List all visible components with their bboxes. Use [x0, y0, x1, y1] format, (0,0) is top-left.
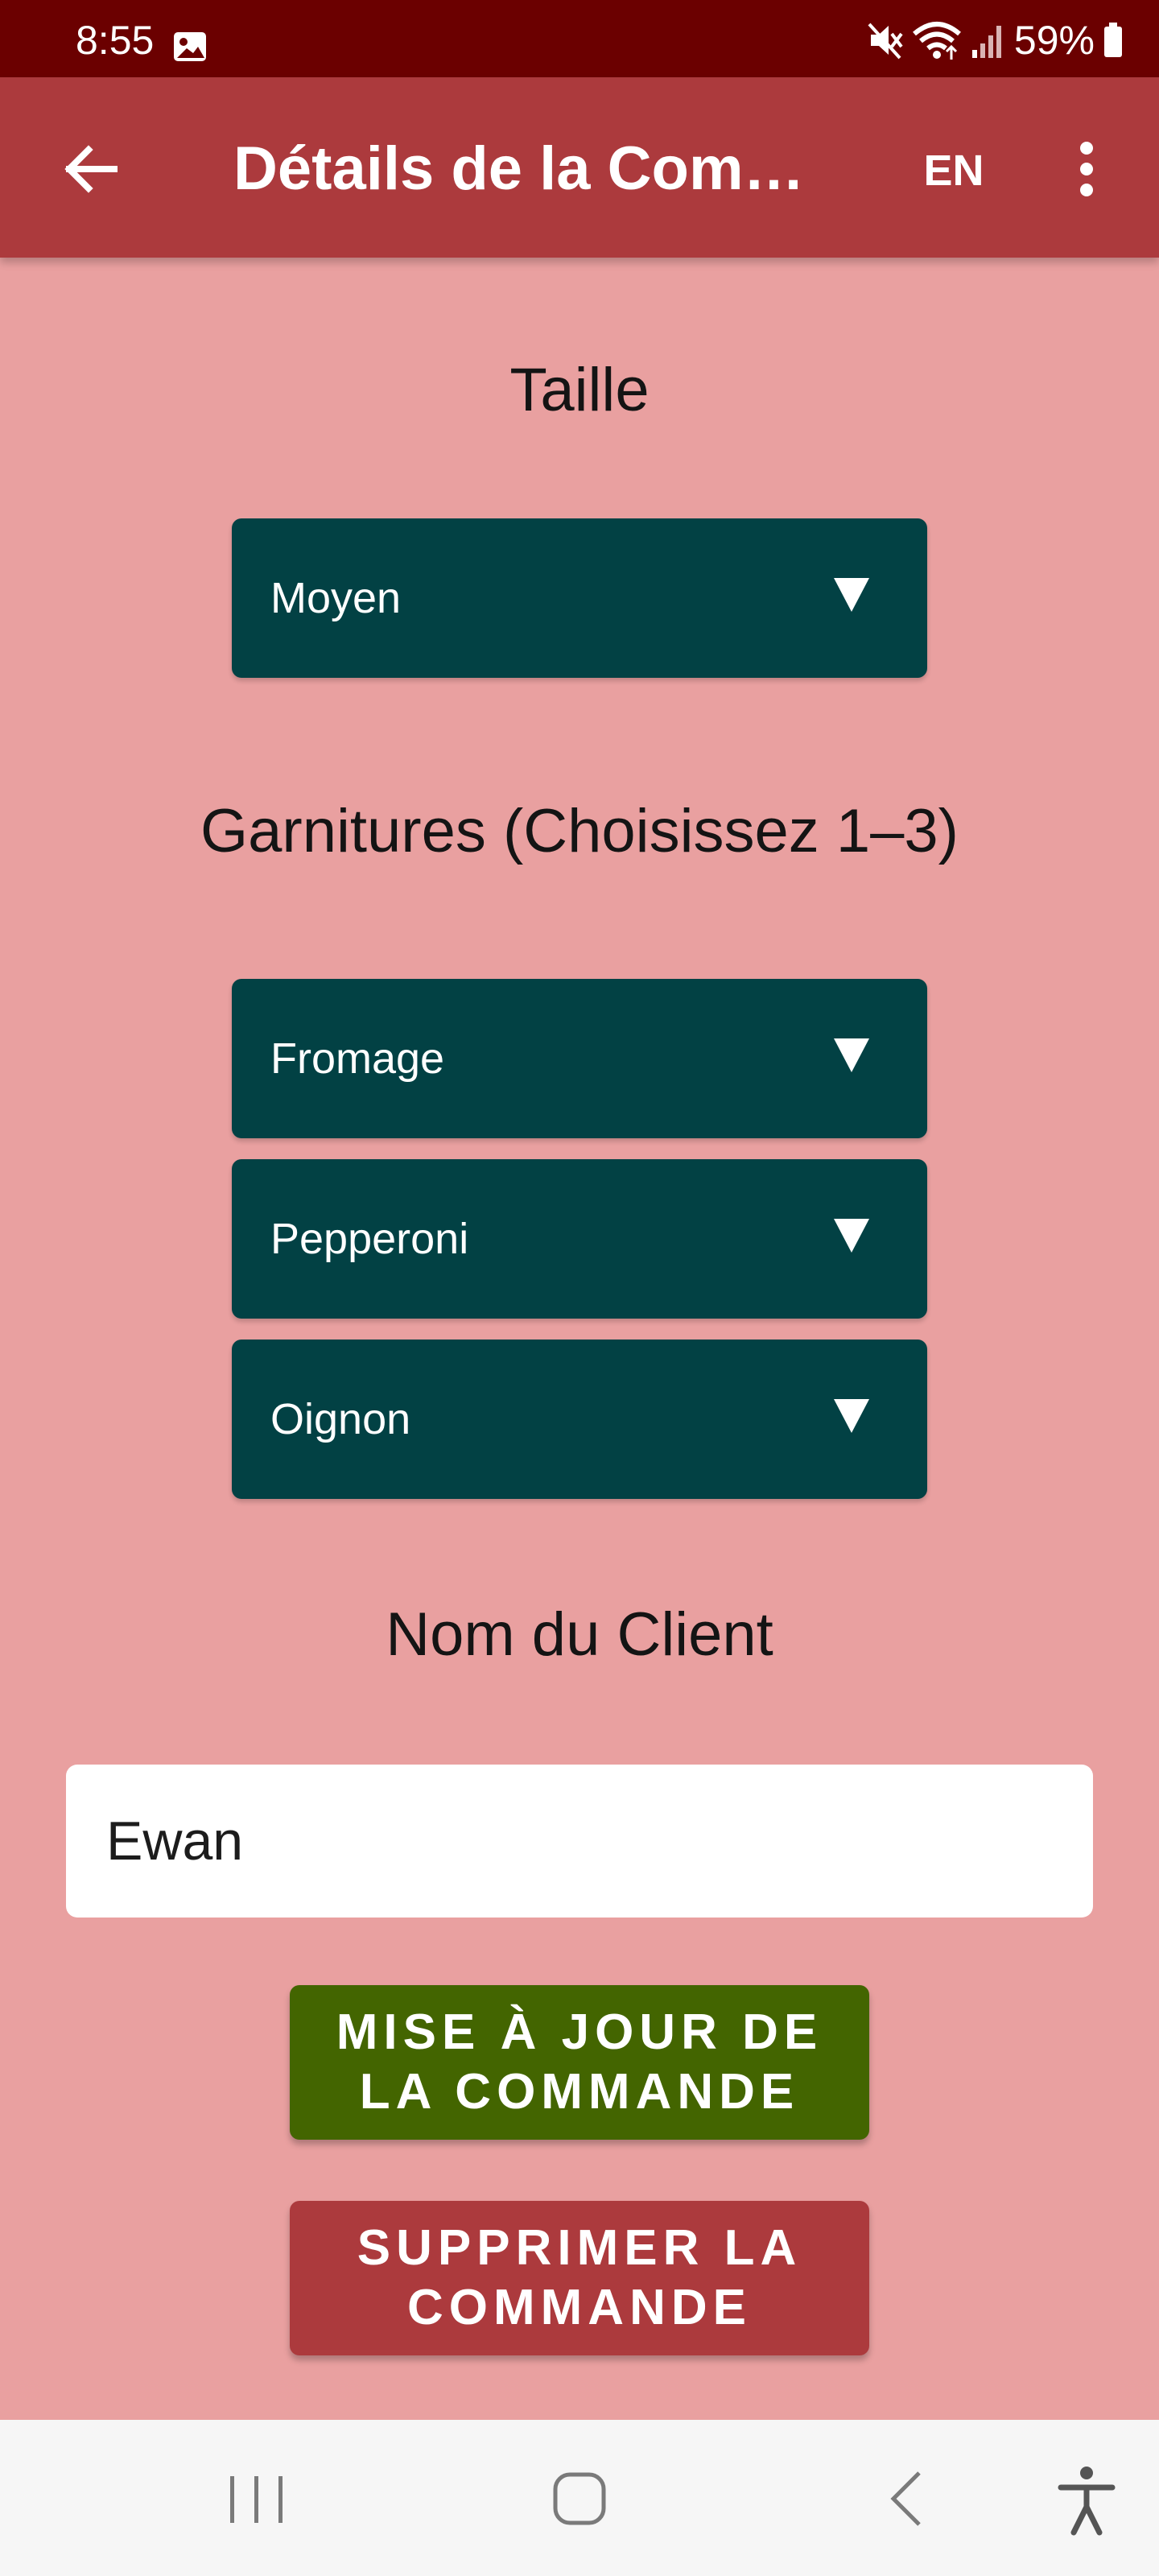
back-arrow-icon: [64, 145, 118, 193]
topping-dropdown-3[interactable]: Oignon: [232, 1340, 927, 1499]
topping-3-value: Oignon: [270, 1395, 411, 1443]
delete-order-button[interactable]: SUPPRIMER LA COMMANDE: [290, 2201, 869, 2355]
size-dropdown[interactable]: Moyen: [232, 518, 927, 678]
language-toggle-button[interactable]: EN: [909, 137, 998, 204]
toppings-label: Garnitures (Choisissez 1–3): [200, 797, 959, 865]
topping-2-value: Pepperoni: [270, 1215, 469, 1263]
dropdown-arrow-icon: [834, 1038, 869, 1072]
dropdown-arrow-icon: [834, 578, 869, 612]
signal-icon: [971, 26, 1001, 58]
battery-icon: [1104, 23, 1122, 57]
back-button[interactable]: [45, 129, 135, 209]
update-order-button[interactable]: MISE À JOUR DE LA COMMANDE: [290, 1985, 869, 2140]
topping-dropdown-1[interactable]: Fromage: [232, 979, 927, 1138]
battery-level: 59%: [1013, 18, 1095, 63]
more-options-button[interactable]: [1054, 129, 1119, 209]
topping-1-value: Fromage: [270, 1034, 445, 1083]
gallery-icon: [174, 32, 206, 61]
customer-name-label: Nom du Client: [386, 1600, 773, 1669]
more-vert-icon: [1080, 142, 1093, 196]
recent-apps-icon[interactable]: [222, 2471, 290, 2528]
dropdown-arrow-icon: [834, 1399, 869, 1433]
size-label: Taille: [509, 356, 650, 424]
topping-dropdown-2[interactable]: Pepperoni: [232, 1159, 927, 1319]
status-icons: 59%: [868, 18, 1124, 63]
size-selected-value: Moyen: [270, 574, 402, 622]
back-icon[interactable]: [882, 2467, 930, 2531]
accessibility-icon[interactable]: [1054, 2463, 1119, 2536]
home-icon[interactable]: [547, 2467, 612, 2531]
page-title: Détails de la Com…: [233, 134, 805, 203]
wifi-icon: [912, 22, 961, 60]
customer-name-input[interactable]: [66, 1765, 1093, 1918]
dropdown-arrow-icon: [834, 1219, 869, 1253]
status-bar: 8:55 59%: [0, 0, 1159, 77]
mute-icon: [868, 23, 903, 60]
status-time: 8:55: [76, 18, 155, 63]
